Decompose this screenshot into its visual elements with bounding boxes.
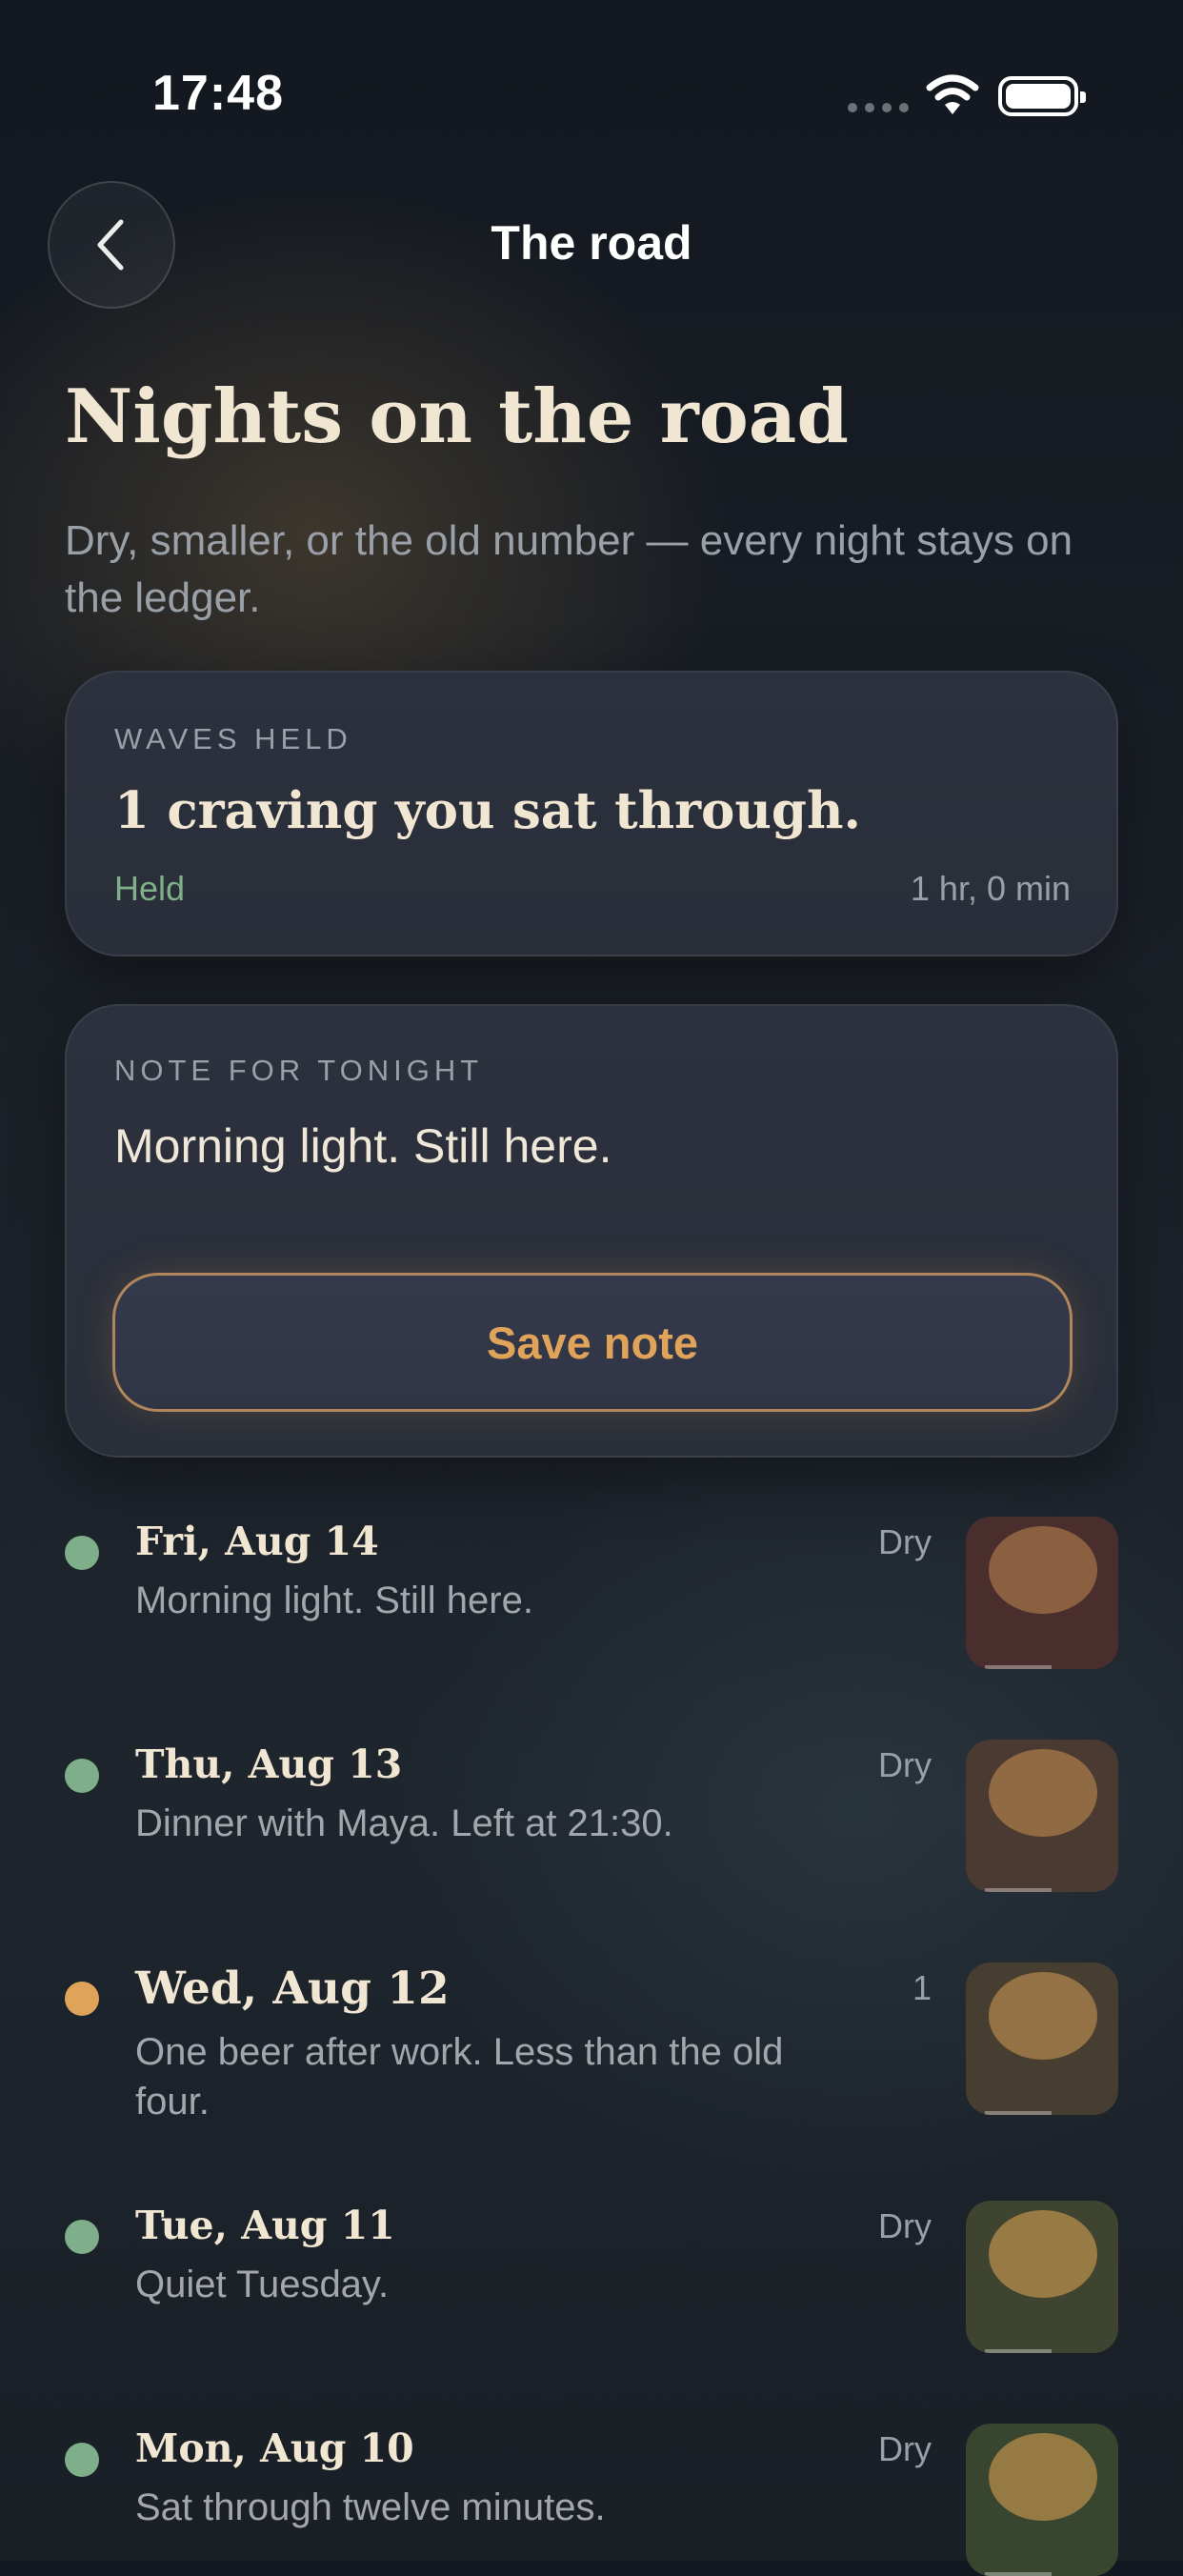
note-card: NOTE FOR TONIGHT Morning light. Still he… [65,1004,1118,1458]
page-title: Nights on the road [65,373,849,460]
waves-held-headline: 1 craving you sat through. [114,781,861,840]
waves-held-card: WAVES HELD 1 craving you sat through. He… [65,671,1118,956]
entry-thumbnail [966,1740,1118,1892]
entry-note: Morning light. Still here. [135,1580,533,1621]
entry-thumbnail [966,2424,1118,2576]
status-dot [65,2220,99,2254]
entry-note: One beer after work. Less than the old f… [135,2031,784,2123]
list-item[interactable]: Fri, Aug 14 Morning light. Still here. D… [65,1517,1118,1669]
list-item[interactable]: Thu, Aug 13 Dinner with Maya. Left at 21… [65,1740,1118,1892]
entry-thumbnail [966,1962,1118,2115]
status-dot [65,1982,99,2016]
cellular-signal-icon [848,103,909,112]
entry-value: Dry [878,1522,932,1561]
entry-date: Thu, Aug 13 [135,1741,403,1787]
entry-thumbnail [966,2201,1118,2353]
nav-title: The road [491,216,692,270]
save-note-button[interactable]: Save note [112,1273,1073,1412]
waves-held-eyebrow: WAVES HELD [114,722,352,755]
held-duration: 1 hr, 0 min [910,869,1071,908]
entry-value: 1 [912,1968,932,2007]
note-eyebrow: NOTE FOR TONIGHT [114,1054,484,1087]
entry-date: Wed, Aug 12 [135,1962,450,2015]
status-dot [65,2443,99,2477]
status-dot [65,1759,99,1793]
list-item[interactable]: Wed, Aug 12 One beer after work. Less th… [65,1962,1118,2123]
battery-icon [998,76,1086,116]
note-input[interactable]: Morning light. Still here. [114,1118,612,1174]
entry-note: Sat through twelve minutes. [135,2486,606,2528]
list-item[interactable]: Tue, Aug 11 Quiet Tuesday. Dry [65,2201,1118,2353]
entry-value: Dry [878,2206,932,2245]
entry-note: Quiet Tuesday. [135,2264,390,2305]
wifi-icon [926,74,979,114]
entry-thumbnail [966,1517,1118,1669]
entry-value: Dry [878,1745,932,1784]
list-item[interactable]: Mon, Aug 10 Sat through twelve minutes. … [65,2424,1118,2576]
entry-value: Dry [878,2429,932,2468]
entry-note: Dinner with Maya. Left at 21:30. [135,1802,673,1844]
held-status: Held [114,869,186,908]
page-subtitle: Dry, smaller, or the old number — every … [65,517,1073,621]
status-time: 17:48 [152,66,284,121]
status-dot [65,1536,99,1570]
entry-date: Tue, Aug 11 [135,2203,395,2248]
entry-date: Mon, Aug 10 [135,2425,414,2471]
entry-date: Fri, Aug 14 [135,1519,379,1564]
